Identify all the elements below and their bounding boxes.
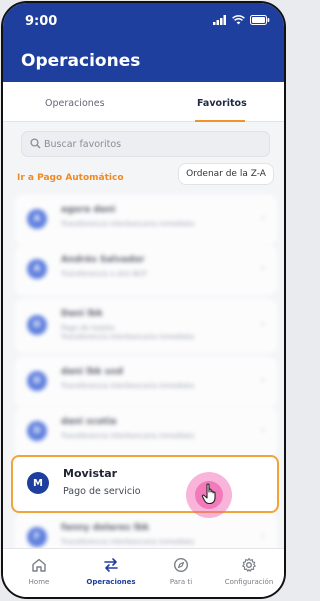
favorite-name: fanny dolares lbk: [61, 523, 150, 533]
auto-payment-link[interactable]: Ir a Pago Automático: [17, 173, 124, 183]
nav-operaciones[interactable]: Operaciones: [81, 557, 141, 586]
favorite-subtitle: Pago de tarjeta: [61, 324, 115, 332]
bottom-navigation: Home Operaciones Para ti Configuración: [3, 548, 284, 597]
tab-bar: Operaciones Favoritos: [3, 82, 284, 122]
transfer-icon: [104, 558, 118, 572]
page-title: Operaciones: [21, 51, 141, 71]
nav-label: Home: [28, 578, 50, 586]
favorite-name: agora dani: [61, 205, 116, 215]
chevron-right-icon: ›: [260, 261, 265, 274]
nav-para-ti[interactable]: Para ti: [151, 557, 211, 586]
app-header: 9:00 Operaciones: [3, 3, 284, 82]
favorite-name: dani scotia: [61, 417, 117, 427]
nav-home[interactable]: Home: [9, 557, 69, 586]
favorite-subtitle: Transferencia interbancaria inmediata: [61, 432, 195, 440]
favorite-subtitle: Transferencia interbancaria inmediata: [61, 538, 195, 546]
favorite-name: Dani lbk: [61, 309, 103, 319]
chevron-right-icon: ›: [260, 317, 265, 330]
chevron-right-icon: ›: [260, 373, 265, 386]
favorite-item[interactable]: A Andrés Salvador Transferencia a otro B…: [15, 245, 277, 295]
battery-icon: [250, 15, 270, 25]
search-bar[interactable]: [21, 131, 270, 157]
nav-label: Operaciones: [86, 578, 136, 586]
pointer-hand-icon: [201, 483, 216, 505]
favorite-subtitle: Pago de servicio: [63, 486, 141, 497]
home-icon: [32, 558, 46, 572]
wifi-icon: [232, 15, 245, 25]
avatar: D: [27, 315, 47, 335]
status-time: 9:00: [25, 14, 58, 29]
avatar: D: [27, 421, 47, 441]
status-icons: [213, 15, 270, 25]
chevron-right-icon: ›: [260, 211, 265, 224]
favorite-name: Movistar: [63, 467, 118, 480]
avatar: A: [27, 259, 47, 279]
favorite-item[interactable]: D Dani lbk Pago de tarjeta Transferencia…: [15, 299, 277, 353]
avatar: F: [27, 527, 47, 547]
avatar: A: [27, 209, 47, 229]
favorite-item[interactable]: A agora dani Transferencia interbancaria…: [15, 195, 277, 245]
favorite-item[interactable]: D dani scotia Transferencia interbancari…: [15, 407, 277, 457]
favorite-name: dani lbk usd: [61, 367, 123, 377]
chevron-right-icon: ›: [260, 423, 265, 436]
avatar: D: [27, 371, 47, 391]
signal-icon: [213, 15, 226, 25]
tab-favoritos[interactable]: Favoritos: [197, 98, 247, 109]
nav-label: Para ti: [169, 578, 193, 586]
active-tab-indicator: [195, 120, 245, 122]
avatar: M: [27, 472, 49, 494]
status-bar: 9:00: [3, 3, 284, 37]
favorite-subtitle: Transferencia interbancaria inmediata: [61, 220, 195, 228]
sort-button[interactable]: Ordenar de la Z-A: [178, 163, 274, 185]
favorite-item[interactable]: D dani lbk usd Transferencia interbancar…: [15, 357, 277, 407]
chevron-right-icon: ›: [260, 529, 265, 542]
search-icon: [30, 138, 41, 149]
gear-icon: [242, 557, 256, 572]
favorite-item-movistar[interactable]: M Movistar Pago de servicio: [11, 455, 279, 513]
phone-frame: 9:00 Operaciones Operaciones Favoritos I…: [1, 1, 286, 599]
favorite-subtitle: Transferencia a otro BCP: [61, 270, 147, 278]
compass-icon: [173, 557, 189, 573]
favorite-subtitle-secondary: Transferencia interbancaria inmediata: [61, 333, 195, 341]
search-input[interactable]: [44, 136, 259, 153]
nav-configuracion[interactable]: Configuración: [219, 557, 279, 586]
favorite-name: Andrés Salvador: [61, 255, 145, 265]
nav-label: Configuración: [224, 578, 274, 586]
favorite-subtitle: Transferencia interbancaria inmediata: [61, 382, 195, 390]
tab-operaciones[interactable]: Operaciones: [45, 98, 105, 109]
